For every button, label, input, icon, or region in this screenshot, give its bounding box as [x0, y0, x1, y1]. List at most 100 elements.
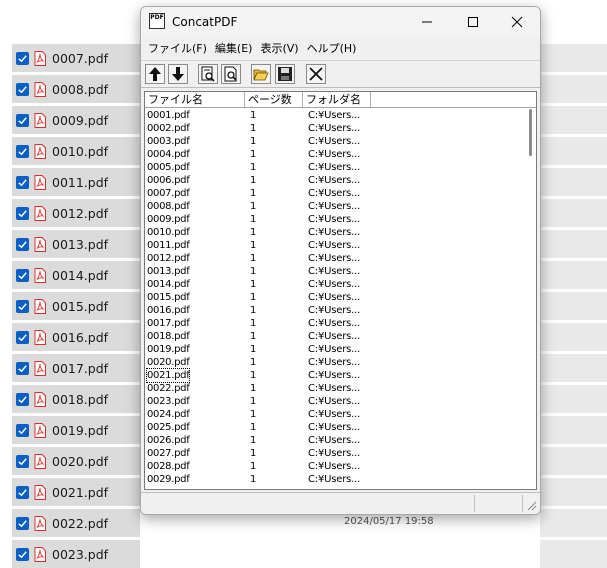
title-bar[interactable]: PDF ConcatPDF [141, 7, 540, 37]
explorer-file-row[interactable]: 0011.pdf [12, 168, 140, 196]
explorer-file-row[interactable]: 0007.pdf [12, 44, 140, 72]
explorer-file-row[interactable]: 0012.pdf [12, 199, 140, 227]
list-item[interactable]: 0013.pdf 1 C:¥Users... [145, 265, 525, 278]
list-item[interactable]: 0025.pdf 1 C:¥Users... [145, 421, 525, 434]
file-name-cell: 0011.pdf [147, 240, 190, 251]
properties-button[interactable] [221, 64, 241, 84]
list-item[interactable]: 0026.pdf 1 C:¥Users... [145, 434, 525, 447]
list-item[interactable]: 0021.pdf 1 C:¥Users... [145, 368, 525, 383]
checkbox-icon[interactable] [16, 330, 29, 344]
resize-grip-icon[interactable] [525, 499, 537, 511]
pdf-file-icon [34, 391, 46, 407]
list-item[interactable]: 0018.pdf 1 C:¥Users... [145, 330, 525, 343]
list-item[interactable]: 0003.pdf 1 C:¥Users... [145, 135, 525, 148]
column-header-filename[interactable]: ファイル名 [145, 92, 245, 107]
list-item[interactable]: 0011.pdf 1 C:¥Users... [145, 239, 525, 252]
list-item[interactable]: 0029.pdf 1 C:¥Users... [145, 473, 525, 486]
preview-button[interactable] [198, 64, 218, 84]
explorer-file-row[interactable]: 0010.pdf [12, 137, 140, 165]
checkbox-icon[interactable] [16, 392, 29, 406]
list-item[interactable]: 0007.pdf 1 C:¥Users... [145, 187, 525, 200]
explorer-file-row[interactable]: 0013.pdf [12, 230, 140, 258]
list-item[interactable]: 0002.pdf 1 C:¥Users... [145, 122, 525, 135]
menu-edit[interactable]: 編集(E) [215, 40, 253, 56]
explorer-file-row[interactable]: 0016.pdf [12, 323, 140, 351]
menu-help[interactable]: ヘルプ(H) [307, 40, 357, 56]
checkbox-icon[interactable] [16, 547, 29, 561]
list-item[interactable]: 0005.pdf 1 C:¥Users... [145, 161, 525, 174]
checkbox-icon[interactable] [16, 423, 29, 437]
maximize-button[interactable] [450, 7, 496, 37]
file-name-cell: 0001.pdf [147, 110, 190, 121]
list-item[interactable]: 0008.pdf 1 C:¥Users... [145, 200, 525, 213]
folder-cell: C:¥Users... [308, 240, 361, 251]
file-name-cell: 0020.pdf [147, 357, 190, 368]
explorer-file-row[interactable]: 0019.pdf [12, 416, 140, 444]
list-item[interactable]: 0016.pdf 1 C:¥Users... [145, 304, 525, 317]
list-item[interactable]: 0028.pdf 1 C:¥Users... [145, 460, 525, 473]
checkbox-icon[interactable] [16, 485, 29, 499]
explorer-row-right-area [540, 385, 607, 413]
list-item[interactable]: 0022.pdf 1 C:¥Users... [145, 382, 525, 395]
explorer-file-row[interactable]: 0022.pdf [12, 509, 140, 537]
explorer-file-row[interactable]: 0008.pdf [12, 75, 140, 103]
list-item[interactable]: 0012.pdf 1 C:¥Users... [145, 252, 525, 265]
list-item[interactable]: 0019.pdf 1 C:¥Users... [145, 343, 525, 356]
list-item[interactable]: 0014.pdf 1 C:¥Users... [145, 278, 525, 291]
menu-file[interactable]: ファイル(F) [148, 40, 207, 56]
folder-cell: C:¥Users... [308, 149, 361, 160]
list-item[interactable]: 0009.pdf 1 C:¥Users... [145, 213, 525, 226]
move-down-button[interactable] [168, 64, 188, 84]
open-folder-button[interactable] [251, 64, 271, 84]
checkbox-icon[interactable] [16, 82, 29, 96]
list-item[interactable]: 0017.pdf 1 C:¥Users... [145, 317, 525, 330]
explorer-file-row[interactable]: 0018.pdf [12, 385, 140, 413]
scrollbar-thumb[interactable] [529, 109, 532, 156]
checkbox-icon[interactable] [16, 206, 29, 220]
list-item[interactable]: 0001.pdf 1 C:¥Users... [145, 109, 525, 122]
list-item[interactable]: 0010.pdf 1 C:¥Users... [145, 226, 525, 239]
page-count-cell: 1 [250, 123, 257, 134]
minimize-button[interactable] [404, 7, 450, 37]
checkbox-icon[interactable] [16, 516, 29, 530]
explorer-file-row[interactable]: 0023.pdf [12, 540, 140, 568]
explorer-file-row[interactable]: 0015.pdf [12, 292, 140, 320]
explorer-row-right-area [540, 509, 607, 537]
checkbox-icon[interactable] [16, 175, 29, 189]
column-header-folder[interactable]: フォルダ名 [303, 92, 371, 107]
checkbox-icon[interactable] [16, 299, 29, 313]
explorer-file-row[interactable]: 0017.pdf [12, 354, 140, 382]
checkbox-icon[interactable] [16, 51, 29, 65]
file-name-cell: 0021.pdf [145, 368, 191, 383]
explorer-file-row[interactable]: 0014.pdf [12, 261, 140, 289]
checkbox-icon[interactable] [16, 454, 29, 468]
checkbox-icon[interactable] [16, 237, 29, 251]
close-button[interactable] [494, 7, 540, 37]
checkbox-icon[interactable] [16, 361, 29, 375]
menu-view[interactable]: 表示(V) [260, 40, 298, 56]
explorer-file-name: 0011.pdf [52, 174, 109, 190]
move-up-button[interactable] [145, 64, 165, 84]
save-button[interactable] [275, 64, 295, 84]
remove-button[interactable] [306, 64, 326, 84]
checkbox-icon[interactable] [16, 113, 29, 127]
list-item[interactable]: 0015.pdf 1 C:¥Users... [145, 291, 525, 304]
explorer-file-name: 0016.pdf [52, 329, 109, 345]
vertical-scrollbar[interactable] [526, 109, 536, 489]
list-item[interactable]: 0020.pdf 1 C:¥Users... [145, 356, 525, 369]
pdf-file-icon [34, 81, 46, 97]
checkbox-icon[interactable] [16, 268, 29, 282]
list-item[interactable]: 0006.pdf 1 C:¥Users... [145, 174, 525, 187]
explorer-file-row[interactable]: 0021.pdf [12, 478, 140, 506]
list-item[interactable]: 0023.pdf 1 C:¥Users... [145, 395, 525, 408]
explorer-file-row[interactable]: 0020.pdf [12, 447, 140, 475]
file-list-view[interactable]: ファイル名 ページ数 フォルダ名 0001.pdf 1 C:¥Users... 000… [144, 91, 537, 490]
explorer-file-row[interactable]: 0009.pdf [12, 106, 140, 134]
list-item[interactable]: 0024.pdf 1 C:¥Users... [145, 408, 525, 421]
column-header-pages[interactable]: ページ数 [245, 92, 303, 107]
pdf-file-icon [34, 50, 46, 66]
list-item[interactable]: 0004.pdf 1 C:¥Users... [145, 148, 525, 161]
folder-cell: C:¥Users... [308, 253, 361, 264]
list-item[interactable]: 0027.pdf 1 C:¥Users... [145, 447, 525, 460]
checkbox-icon[interactable] [16, 144, 29, 158]
